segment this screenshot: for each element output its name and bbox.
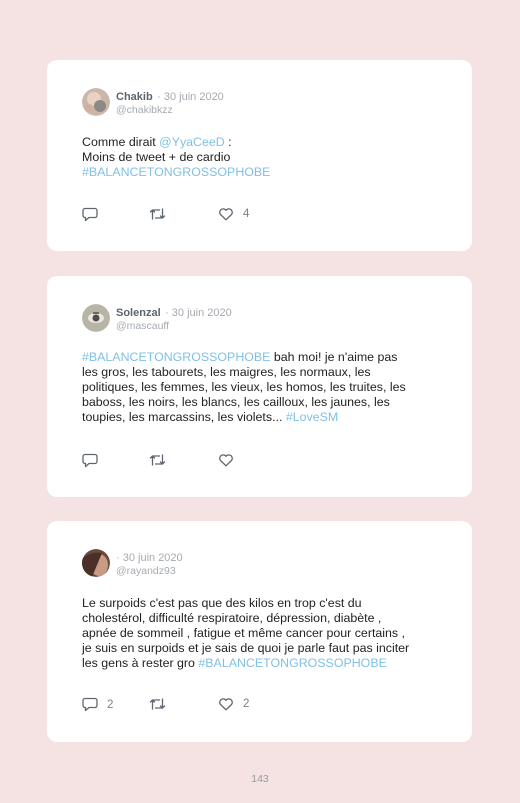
tweet-date: · 30 juin 2020: [116, 552, 183, 564]
retweet-icon: [149, 453, 166, 467]
tweet-link[interactable]: #BALANCETONGROSSOPHOBE: [82, 165, 270, 179]
author-name[interactable]: Chakib: [116, 91, 153, 103]
tweet-card: · 30 juin 2020 @rayandz93 Le surpoids c'…: [47, 521, 472, 742]
author-name[interactable]: Solenzal: [116, 307, 161, 319]
tweet-link[interactable]: #LoveSM: [286, 410, 338, 424]
tweet-text: Comme dirait @YyaCeeD : Moins de tweet +…: [82, 135, 442, 180]
avatar[interactable]: [82, 88, 110, 116]
tweet-text-segment: Comme dirait: [82, 135, 160, 149]
like-button[interactable]: 4: [218, 207, 249, 221]
tweet-actions: 2 2: [82, 697, 282, 713]
tweet-actions: [82, 453, 282, 469]
retweet-icon: [149, 207, 166, 221]
reply-button[interactable]: [82, 453, 107, 468]
reply-button[interactable]: 2: [82, 697, 113, 712]
tweet-text: #BALANCETONGROSSOPHOBE bah moi! je n'aim…: [82, 350, 442, 425]
tweet-date: · 30 juin 2020: [165, 307, 232, 319]
tweet-date: · 30 juin 2020: [157, 91, 224, 103]
tweet-link[interactable]: #BALANCETONGROSSOPHOBE: [82, 350, 270, 364]
like-button[interactable]: [218, 453, 243, 467]
retweet-button[interactable]: [149, 453, 175, 467]
tweet-link[interactable]: @YyaCeeD: [159, 135, 225, 149]
reply-icon: [82, 207, 98, 222]
avatar[interactable]: [82, 304, 110, 332]
tweet-card: Chakib · 30 juin 2020 @chakibkzz Comme d…: [47, 60, 472, 251]
tweet-meta: · 30 juin 2020 @rayandz93: [116, 550, 183, 578]
tweet-meta: Chakib · 30 juin 2020 @chakibkzz: [116, 89, 224, 117]
tweet-link[interactable]: #BALANCETONGROSSOPHOBE: [198, 656, 386, 670]
heart-icon: [218, 697, 234, 711]
author-handle[interactable]: @rayandz93: [116, 565, 183, 578]
like-count: 2: [243, 698, 250, 710]
reply-icon: [82, 697, 98, 712]
like-count: 4: [243, 208, 250, 220]
reply-button[interactable]: [82, 207, 107, 222]
reply-icon: [82, 453, 98, 468]
author-handle[interactable]: @chakibkzz: [116, 104, 224, 117]
tweet-card: Solenzal · 30 juin 2020 @mascauff #BALAN…: [47, 276, 472, 497]
tweet-meta: Solenzal · 30 juin 2020 @mascauff: [116, 305, 232, 333]
retweet-icon: [149, 697, 166, 711]
page-number: 143: [251, 773, 269, 785]
reply-count: 2: [107, 698, 114, 711]
retweet-button[interactable]: [149, 207, 175, 221]
author-handle[interactable]: @mascauff: [116, 320, 232, 333]
like-button[interactable]: 2: [218, 697, 249, 711]
tweet-actions: 4: [82, 207, 282, 223]
retweet-button[interactable]: [149, 697, 175, 711]
heart-icon: [218, 207, 234, 221]
avatar[interactable]: [82, 549, 110, 577]
tweet-text: Le surpoids c'est pas que des kilos en t…: [82, 596, 442, 671]
heart-icon: [218, 453, 234, 467]
